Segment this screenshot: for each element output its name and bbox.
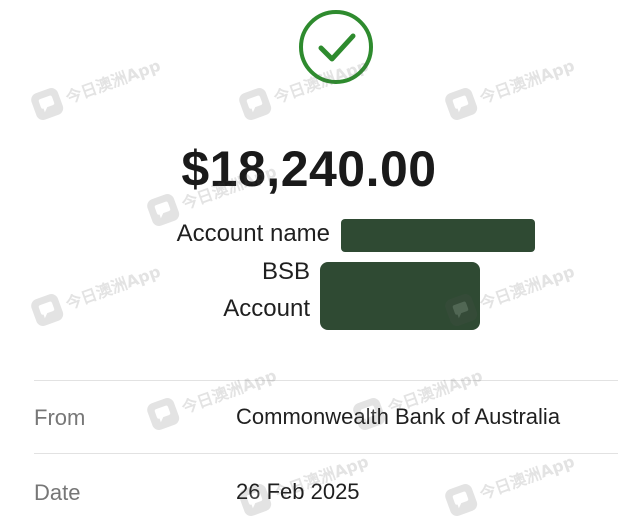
bsb-label: BSB [261,258,310,285]
chat-bubble-logo-icon [443,86,480,122]
watermark-text: 今日澳洲App [477,55,578,108]
from-label: From [34,405,86,430]
account-number-label: Account [223,295,310,322]
chat-bubble-logo-icon [237,86,274,122]
watermark: 今日澳洲App [443,50,578,122]
watermark: 今日澳洲App [443,446,578,518]
watermark: 今日澳洲App [29,50,164,122]
chat-bubble-logo-icon [29,86,66,122]
payment-amount: $18,240.00 [181,141,437,197]
date-value: 26 Feb 2025 [236,479,360,504]
divider [34,380,618,381]
watermark-text: 今日澳洲App [477,451,578,504]
account-name-redaction [341,219,535,252]
watermark-text: 今日澳洲App [477,261,578,314]
success-check-icon [286,6,386,84]
bsb-account-redaction [320,262,480,330]
date-label: Date [34,480,81,505]
divider [34,453,618,454]
chat-bubble-logo-icon [443,482,480,518]
watermark-text: 今日澳洲App [63,55,164,108]
account-name-label: Account name [176,220,330,247]
from-value: Commonwealth Bank of Australia [236,404,561,429]
chat-bubble-logo-icon [145,396,182,432]
